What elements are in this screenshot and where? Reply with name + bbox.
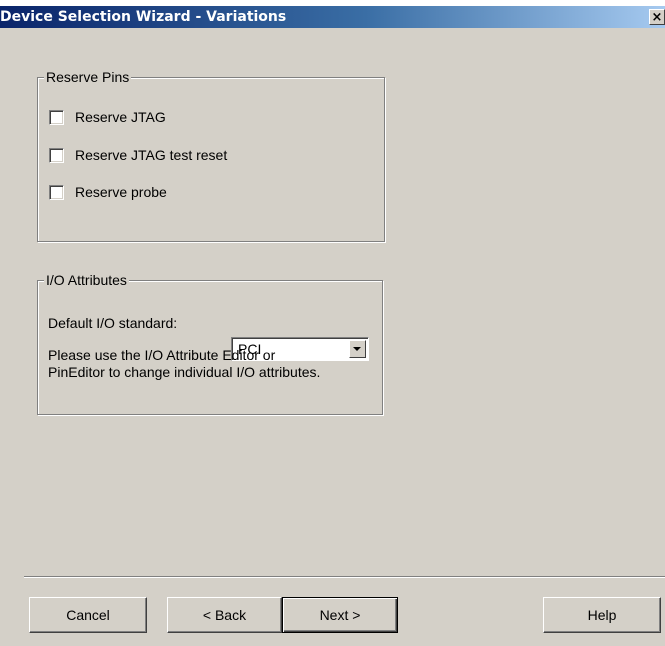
reserve-pins-legend: Reserve Pins bbox=[44, 69, 132, 85]
reserve-jtag-checkbox[interactable] bbox=[49, 109, 64, 125]
back-button[interactable]: < Back bbox=[167, 597, 282, 633]
io-note-line-1: Please use the I/O Attribute Editor or bbox=[48, 347, 276, 363]
io-attributes-legend: I/O Attributes bbox=[44, 272, 129, 288]
wizard-window: Device Selection Wizard - Variations × R… bbox=[0, 0, 665, 646]
window-title: Device Selection Wizard - Variations bbox=[0, 9, 287, 25]
next-button[interactable]: Next > bbox=[282, 597, 398, 633]
reserve-jtag-option[interactable]: Reserve JTAG bbox=[49, 108, 166, 126]
reserve-probe-label[interactable]: Reserve probe bbox=[75, 184, 167, 200]
reserve-jtag-label[interactable]: Reserve JTAG bbox=[75, 109, 166, 125]
reserve-jtag-test-reset-label[interactable]: Reserve JTAG test reset bbox=[75, 147, 227, 163]
button-separator bbox=[24, 576, 665, 578]
io-note-line-2: PinEditor to change individual I/O attri… bbox=[48, 364, 321, 380]
reserve-jtag-test-reset-option[interactable]: Reserve JTAG test reset bbox=[49, 146, 227, 164]
reserve-probe-option[interactable]: Reserve probe bbox=[49, 183, 167, 201]
io-attributes-group: I/O Attributes Default I/O standard: PCI… bbox=[37, 272, 383, 415]
chevron-down-icon[interactable] bbox=[349, 340, 366, 358]
reserve-probe-checkbox[interactable] bbox=[49, 184, 64, 200]
reserve-pins-group: Reserve Pins Reserve JTAG Reserve JTAG t… bbox=[37, 69, 385, 242]
help-button[interactable]: Help bbox=[543, 597, 661, 633]
reserve-jtag-test-reset-checkbox[interactable] bbox=[49, 147, 64, 163]
title-bar[interactable]: Device Selection Wizard - Variations × bbox=[0, 6, 665, 28]
close-icon[interactable]: × bbox=[649, 9, 665, 25]
default-io-standard-label: Default I/O standard: bbox=[48, 315, 178, 331]
cancel-button[interactable]: Cancel bbox=[29, 597, 147, 633]
